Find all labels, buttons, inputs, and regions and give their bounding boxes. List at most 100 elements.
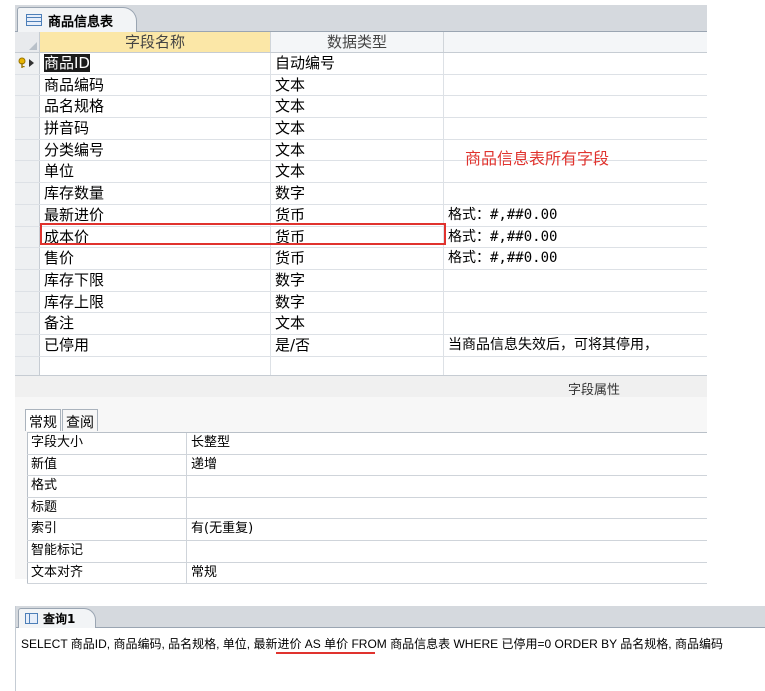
property-value[interactable]: 有(无重复) (188, 519, 707, 540)
field-name-cell[interactable]: 品名规格 (40, 96, 271, 118)
field-desc-cell[interactable] (444, 270, 707, 291)
field-type-cell[interactable]: 数字 (271, 183, 444, 204)
row-selector[interactable] (15, 118, 40, 139)
field-row[interactable]: 最新进价 货币 格式：#,##0.00 (15, 204, 707, 227)
field-row[interactable]: 品名规格 文本 (15, 96, 707, 119)
property-row[interactable]: 索引 有(无重复) (27, 519, 707, 541)
field-type-cell[interactable]: 货币 (271, 248, 444, 269)
property-row[interactable]: 文本对齐 常规 (27, 562, 707, 585)
row-selector[interactable] (15, 313, 40, 334)
field-row[interactable]: 商品ID 自动编号 (15, 53, 707, 75)
field-name-cell[interactable]: 单位 (40, 161, 271, 183)
field-row[interactable]: 商品编码 文本 (15, 74, 707, 97)
field-name-cell[interactable]: 售价 (40, 248, 271, 269)
field-desc-cell[interactable] (444, 53, 707, 74)
field-name-cell[interactable]: 成本价 (40, 226, 271, 248)
field-name-cell[interactable]: 库存上限 (40, 291, 271, 313)
row-selector[interactable] (15, 226, 40, 248)
field-row[interactable]: 售价 货币 格式：#,##0.00 (15, 248, 707, 270)
row-selector[interactable] (15, 53, 40, 74)
row-selector[interactable] (15, 183, 40, 204)
column-header-description[interactable] (444, 32, 707, 52)
row-selector[interactable] (15, 291, 40, 313)
field-name-cell[interactable]: 备注 (40, 313, 271, 334)
property-row[interactable]: 格式 (27, 476, 707, 498)
row-selector[interactable] (15, 74, 40, 96)
field-desc-cell[interactable]: 格式：#,##0.00 (444, 227, 707, 248)
row-selector[interactable] (15, 161, 40, 183)
tab-general[interactable]: 常规 (25, 409, 61, 431)
empty-cell[interactable] (40, 356, 271, 375)
field-type-text: 文本 (275, 140, 306, 159)
field-row[interactable] (15, 356, 707, 375)
field-name-text: 库存上限 (44, 292, 105, 311)
empty-cell[interactable] (271, 356, 444, 375)
field-type-cell[interactable]: 文本 (271, 139, 444, 161)
property-row[interactable]: 新值 递增 (27, 454, 707, 477)
row-selector[interactable] (15, 356, 40, 375)
field-name-cell[interactable]: 商品编码 (40, 74, 271, 96)
property-value[interactable]: 递增 (188, 455, 707, 476)
field-row[interactable]: 库存数量 数字 (15, 183, 707, 205)
field-row[interactable]: 拼音码 文本 (15, 118, 707, 140)
field-type-cell[interactable]: 文本 (271, 74, 444, 96)
row-selector[interactable] (15, 139, 40, 161)
field-name-cell[interactable]: 库存下限 (40, 269, 271, 291)
field-type-cell[interactable]: 文本 (271, 313, 444, 334)
field-type-cell[interactable]: 是/否 (271, 334, 444, 356)
property-value[interactable] (188, 541, 707, 562)
field-desc-cell[interactable] (444, 118, 707, 139)
field-desc-cell[interactable] (444, 313, 707, 334)
field-row[interactable]: 库存下限 数字 (15, 269, 707, 292)
field-type-text: 文本 (275, 119, 306, 138)
field-row[interactable]: 成本价 货币 格式：#,##0.00 (15, 226, 707, 249)
property-value[interactable]: 长整型 (188, 433, 707, 454)
tab-table-design[interactable]: 商品信息表 (17, 7, 137, 32)
row-selector[interactable] (15, 334, 40, 356)
field-name-text: 拼音码 (44, 119, 90, 138)
tab-lookup[interactable]: 查阅 (62, 409, 98, 431)
field-type-cell[interactable]: 文本 (271, 96, 444, 118)
empty-cell[interactable] (444, 357, 707, 375)
field-desc-cell[interactable] (444, 292, 707, 313)
tab-title: 商品信息表 (48, 14, 114, 30)
field-name-cell[interactable]: 商品ID (40, 53, 271, 74)
field-name-cell[interactable]: 已停用 (40, 334, 271, 356)
row-selector[interactable] (15, 248, 40, 269)
field-desc-cell[interactable]: 当商品信息失效后，可将其停用， (444, 335, 707, 356)
field-type-cell[interactable]: 自动编号 (271, 53, 444, 74)
property-row[interactable]: 字段大小 长整型 (27, 433, 707, 455)
row-selector[interactable] (15, 204, 40, 226)
field-row[interactable]: 已停用 是/否 当商品信息失效后，可将其停用， (15, 334, 707, 357)
field-type-cell[interactable]: 货币 (271, 226, 444, 248)
select-all-corner[interactable] (15, 32, 40, 52)
column-header-data-type[interactable]: 数据类型 (271, 32, 444, 52)
field-type-cell[interactable]: 数字 (271, 291, 444, 313)
sql-editor-text[interactable]: SELECT 商品ID, 商品编码, 品名规格, 单位, 最新进价 AS 单价 … (21, 635, 723, 652)
column-header-field-name[interactable]: 字段名称 (40, 32, 271, 52)
field-row[interactable]: 备注 文本 (15, 313, 707, 335)
row-selector[interactable] (15, 96, 40, 118)
row-selector[interactable] (15, 269, 40, 291)
field-type-cell[interactable]: 文本 (271, 118, 444, 139)
field-name-cell[interactable]: 分类编号 (40, 139, 271, 161)
field-desc-cell[interactable] (444, 75, 707, 96)
property-value[interactable]: 常规 (188, 563, 707, 584)
field-desc-cell[interactable]: 格式：#,##0.00 (444, 205, 707, 226)
field-desc-cell[interactable] (444, 96, 707, 117)
field-name-cell[interactable]: 最新进价 (40, 204, 271, 226)
field-desc-cell[interactable]: 格式：#,##0.00 (444, 248, 707, 269)
field-name-cell[interactable]: 库存数量 (40, 183, 271, 204)
field-type-cell[interactable]: 货币 (271, 204, 444, 226)
property-row[interactable]: 智能标记 (27, 540, 707, 563)
property-row[interactable]: 标题 (27, 497, 707, 520)
field-name-cell[interactable]: 拼音码 (40, 118, 271, 139)
field-type-cell[interactable]: 数字 (271, 269, 444, 291)
field-type-cell[interactable]: 文本 (271, 161, 444, 183)
property-value[interactable] (188, 476, 707, 497)
field-desc-cell[interactable] (444, 183, 707, 204)
property-value[interactable] (188, 498, 707, 519)
field-type-text: 文本 (275, 97, 306, 116)
field-row[interactable]: 库存上限 数字 (15, 291, 707, 314)
tab-query[interactable]: 查询1 (18, 608, 96, 628)
